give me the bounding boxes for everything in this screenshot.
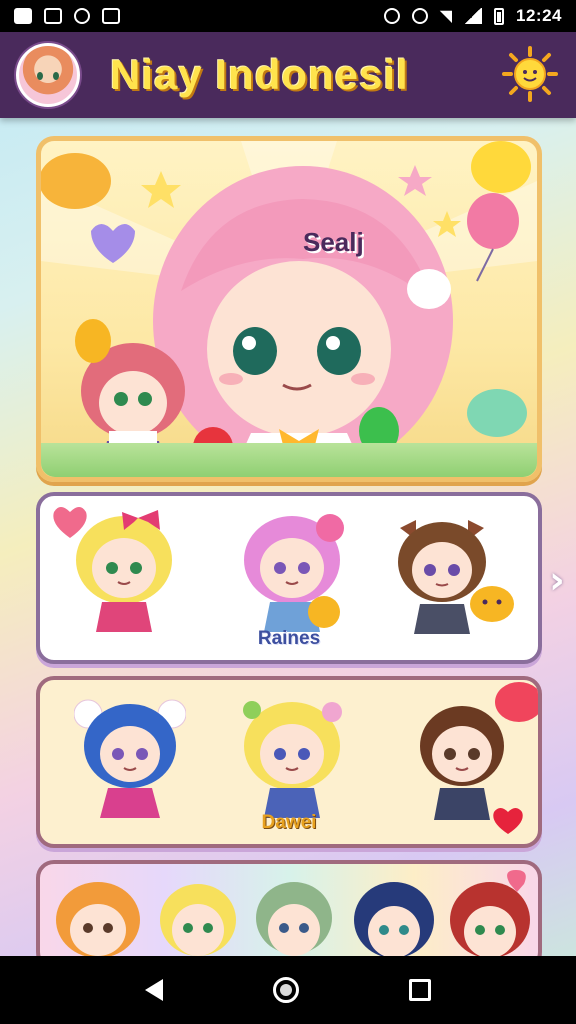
- wifi-icon: ◥: [439, 8, 453, 25]
- chibi-blue-hair-girl[interactable]: [74, 694, 186, 818]
- banner-illustration: [41, 141, 537, 477]
- character-card-3[interactable]: [36, 860, 542, 970]
- status-right-icons: ◥ 12:24: [383, 6, 562, 26]
- profile-avatar[interactable]: [16, 43, 80, 107]
- chibi-blonde-boy: [160, 884, 236, 956]
- banner-grass: [41, 443, 537, 477]
- video-icon: [102, 8, 120, 24]
- chibi-group-row: [56, 870, 530, 958]
- recents-button[interactable]: [409, 979, 431, 1001]
- home-button[interactable]: [273, 977, 299, 1003]
- card-1-label: Raines: [257, 628, 321, 649]
- camera-icon: [74, 8, 90, 24]
- banner-tag: Sealj: [303, 227, 364, 257]
- system-nav-bar: [0, 956, 576, 1024]
- app-title: Niay Indonesil: [110, 51, 409, 98]
- featured-banner[interactable]: Sealj: [36, 136, 542, 482]
- vibrate-icon: [411, 8, 428, 24]
- next-arrow-button[interactable]: ›: [544, 558, 570, 602]
- status-bar: ◥ 12:24: [0, 0, 576, 32]
- alarm-icon: [383, 8, 400, 24]
- signal-icon: [464, 8, 483, 24]
- balloon-heart-icon: [495, 682, 538, 722]
- status-clock: 12:24: [516, 6, 562, 25]
- chibi-navy-hair-girl: [354, 882, 434, 958]
- gallery-icon: [14, 8, 32, 24]
- chick-sticker-icon: [470, 586, 514, 622]
- app-header: Niay Indonesil: [0, 32, 576, 118]
- chibi-green-hair-boy: [256, 882, 332, 956]
- chibi-red-hair-girl: [450, 870, 530, 958]
- chibi-blonde-flower-girl[interactable]: [236, 694, 348, 818]
- character-card-2[interactable]: Dawei: [36, 676, 542, 848]
- clipboard-icon: [44, 8, 62, 24]
- status-left-icons: [14, 8, 120, 24]
- sun-icon: [502, 46, 558, 102]
- banner-scene: [41, 141, 537, 477]
- chibi-orange-hair-girl: [56, 882, 140, 958]
- back-button[interactable]: [145, 979, 163, 1001]
- battery-icon: [494, 7, 505, 25]
- card-2-label: Dawei: [261, 812, 317, 833]
- chibi-pink-hair-girl[interactable]: [236, 508, 348, 632]
- heart-icon: [53, 507, 87, 538]
- character-card-1[interactable]: Raines: [36, 492, 542, 664]
